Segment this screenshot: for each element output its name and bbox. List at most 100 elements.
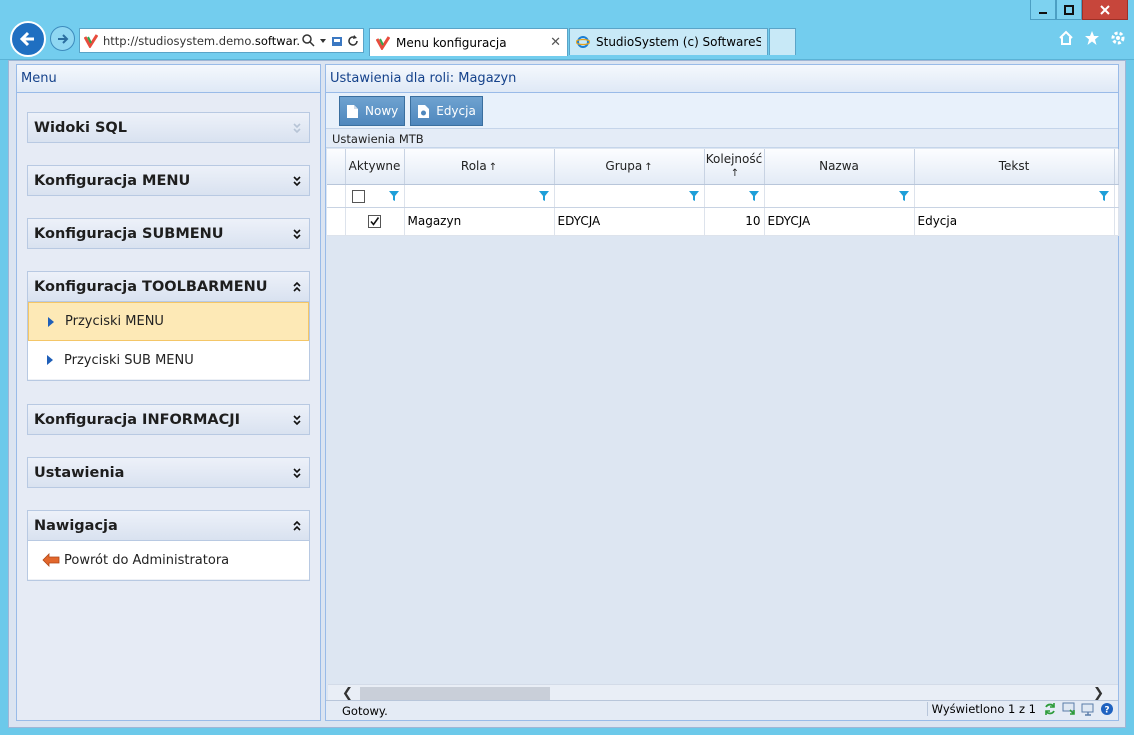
cell-kolejnosc: 10 (704, 207, 765, 236)
filter-funnel-icon[interactable] (898, 190, 910, 202)
column-header-nazwa[interactable]: Nazwa (764, 149, 915, 185)
new-button-label: Nowy (365, 104, 399, 118)
column-header-aktywne[interactable]: Aktywne (345, 149, 405, 185)
svg-text:?: ? (1104, 706, 1109, 716)
filter-nazwa[interactable] (764, 184, 915, 208)
cell-grupa: EDYCJA (554, 207, 705, 236)
search-icon[interactable] (302, 34, 315, 47)
refresh-icon[interactable] (1043, 702, 1057, 716)
chevron-double-up-icon[interactable] (291, 520, 303, 532)
section-label: Konfiguracja TOOLBARMENU (34, 278, 268, 295)
refresh-icon[interactable] (347, 34, 359, 47)
new-tab-button[interactable] (769, 28, 796, 55)
site-logo-icon (84, 33, 98, 48)
edit-button[interactable]: Edycja (410, 96, 483, 126)
filter-tekst[interactable] (914, 184, 1115, 208)
edit-document-icon (418, 104, 430, 118)
tab-title: StudioSystem (c) SoftwareStud... (596, 35, 761, 49)
new-button[interactable]: Nowy (339, 96, 406, 126)
horizontal-scrollbar[interactable]: ❮ ❯ (328, 684, 1118, 701)
minimize-button[interactable] (1030, 0, 1056, 20)
help-icon[interactable]: ? (1100, 702, 1114, 716)
back-button[interactable] (10, 21, 46, 57)
section-konfiguracja-toolbarmenu: Konfiguracja TOOLBARMENU Przyciski MENU … (27, 271, 310, 381)
filter-aktywne[interactable] (345, 184, 405, 208)
column-label: Aktywne (348, 159, 401, 174)
chevron-double-down-icon[interactable] (291, 228, 303, 240)
export-icon[interactable] (1062, 702, 1076, 716)
filter-funnel-icon[interactable] (388, 190, 400, 202)
sort-arrow-up-icon: ↑ (730, 167, 740, 179)
column-header-filler (1114, 149, 1119, 185)
address-url-host: softwar... (254, 33, 299, 48)
column-header-tekst[interactable]: Tekst (914, 149, 1115, 185)
section-konfiguracja-menu: Konfiguracja MENU (27, 165, 310, 196)
triangle-right-icon (48, 316, 54, 327)
status-bar: Gotowy. Wyświetlono 1 z 1 ? (326, 700, 1118, 720)
print-preview-icon[interactable] (1081, 702, 1095, 716)
filter-funnel-icon[interactable] (748, 190, 760, 202)
section-ustawienia: Ustawienia (27, 457, 310, 488)
tab-close-icon[interactable]: ✕ (550, 35, 561, 50)
address-bar[interactable]: http://studiosystem.demo.softwar... (79, 28, 364, 53)
section-body: Przyciski MENU Przyciski SUB MENU (27, 302, 310, 381)
filter-rola[interactable] (404, 184, 555, 208)
chevron-double-down-icon[interactable] (291, 467, 303, 479)
column-label: Rola (460, 159, 487, 174)
chevron-double-down-icon[interactable] (291, 414, 303, 426)
menu-item-powrot-do-administratora[interactable]: Powrót do Administratora (28, 541, 309, 580)
tab-menu-konfiguracja[interactable]: Menu konfiguracja ✕ (369, 28, 568, 56)
scrollbar-thumb[interactable] (360, 687, 550, 700)
column-header-rola[interactable]: Rola ↑ (404, 149, 555, 185)
favorites-star-icon[interactable] (1084, 30, 1100, 46)
chevron-double-up-icon[interactable] (291, 281, 303, 293)
section-header[interactable]: Nawigacja (27, 510, 310, 541)
aktywne-checkbox[interactable] (368, 215, 381, 228)
filter-funnel-icon[interactable] (1098, 190, 1110, 202)
forward-button[interactable] (50, 26, 75, 51)
compatibility-view-icon[interactable] (331, 35, 343, 47)
section-header[interactable]: Konfiguracja MENU (27, 165, 310, 196)
dropdown-arrow-icon[interactable] (319, 37, 327, 45)
chevron-double-down-icon[interactable] (291, 122, 303, 134)
section-header[interactable]: Widoki SQL (27, 112, 310, 143)
settings-gear-icon[interactable] (1110, 30, 1126, 46)
cell-aktywne[interactable] (345, 207, 405, 236)
settings-panel: Ustawienia dla roli: Magazyn Nowy Edycja… (325, 64, 1119, 721)
filter-funnel-icon[interactable] (538, 190, 550, 202)
filter-grupa[interactable] (554, 184, 705, 208)
edit-button-label: Edycja (436, 104, 476, 118)
address-url-prefix: http://studiosystem.demo. (103, 33, 255, 48)
tab-studiosystem[interactable]: StudioSystem (c) SoftwareStud... (569, 28, 768, 55)
scroll-left-icon[interactable]: ❮ (342, 686, 353, 701)
new-document-icon (347, 104, 358, 118)
menu-item-przyciski-sub-menu[interactable]: Przyciski SUB MENU (28, 341, 309, 380)
menu-panel: Menu Widoki SQL Konfiguracja MENU Konfig… (16, 64, 321, 721)
section-header[interactable]: Konfiguracja TOOLBARMENU (27, 271, 310, 302)
close-window-button[interactable] (1082, 0, 1128, 20)
grid-caption: Ustawienia MTB (326, 129, 1118, 148)
menu-item-przyciski-menu[interactable]: Przyciski MENU (28, 302, 309, 341)
browser-chrome: http://studiosystem.demo.softwar... Menu… (0, 0, 1134, 60)
scroll-right-icon[interactable]: ❯ (1093, 686, 1104, 701)
menu-item-label: Przyciski MENU (65, 314, 164, 329)
filter-kolejnosc[interactable] (704, 184, 765, 208)
address-tools (302, 34, 359, 47)
section-header[interactable]: Konfiguracja SUBMENU (27, 218, 310, 249)
minimize-icon (1039, 11, 1047, 14)
checkmark-icon (370, 217, 380, 226)
filter-funnel-icon[interactable] (688, 190, 700, 202)
chevron-double-down-icon[interactable] (291, 175, 303, 187)
row-indicator (327, 207, 346, 236)
section-header[interactable]: Konfiguracja INFORMACJI (27, 404, 310, 435)
maximize-button[interactable] (1056, 0, 1082, 20)
section-widoki-sql: Widoki SQL (27, 112, 310, 143)
column-header-grupa[interactable]: Grupa ↑ (554, 149, 705, 185)
filter-checkbox[interactable] (351, 189, 365, 203)
home-icon[interactable] (1058, 30, 1074, 46)
column-header-kolejnosc[interactable]: Kolejność ↑ (704, 149, 765, 185)
section-label: Konfiguracja SUBMENU (34, 225, 224, 242)
section-header[interactable]: Ustawienia (27, 457, 310, 488)
table-row[interactable]: Magazyn EDYCJA 10 EDYCJA Edycja (327, 207, 1119, 236)
sort-arrow-up-icon: ↑ (488, 162, 498, 174)
